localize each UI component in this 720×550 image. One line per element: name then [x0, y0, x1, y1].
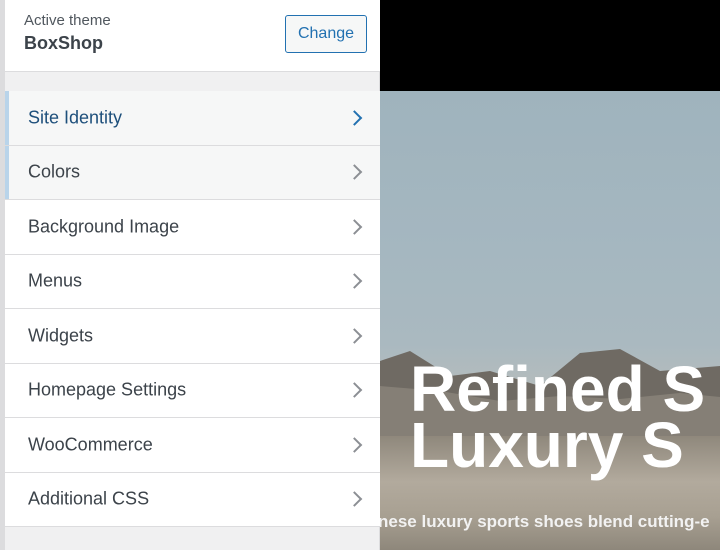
active-theme-section: Active theme BoxShop Change [5, 0, 380, 72]
menu-item-menus[interactable]: Menus [5, 254, 380, 309]
hero-banner: Refined S Luxury S nese luxury sports sh… [380, 91, 720, 550]
chevron-right-icon [346, 327, 363, 344]
menu-item-label: Additional CSS [28, 488, 150, 509]
menu-item-additional-css[interactable]: Additional CSS [5, 472, 380, 527]
theme-name: BoxShop [24, 33, 103, 53]
hero-title: Refined S Luxury S [410, 357, 705, 481]
menu-item-label: Menus [28, 270, 83, 291]
customizer-menu: Site Identity Colors Background Image Me… [5, 91, 380, 527]
menu-item-woocommerce[interactable]: WooCommerce [5, 418, 380, 473]
chevron-right-icon [346, 382, 363, 399]
hero-title-line: Luxury S [410, 409, 684, 481]
preview-header-bar [380, 0, 720, 91]
chevron-right-icon [346, 491, 363, 508]
menu-item-label: Background Image [28, 216, 180, 237]
menu-item-site-identity[interactable]: Site Identity [5, 91, 380, 146]
change-theme-button[interactable]: Change [285, 15, 367, 53]
menu-item-label: Homepage Settings [28, 379, 187, 400]
menu-item-label: WooCommerce [28, 434, 153, 455]
chevron-right-icon [346, 109, 363, 126]
menu-item-homepage-settings[interactable]: Homepage Settings [5, 363, 380, 418]
chevron-right-icon [346, 218, 363, 235]
site-preview[interactable]: Refined S Luxury S nese luxury sports sh… [380, 0, 720, 550]
chevron-right-icon [346, 273, 363, 290]
hero-description: nese luxury sports shoes blend cutting-e [380, 512, 710, 531]
menu-item-label: Colors [28, 161, 81, 182]
menu-item-background-image[interactable]: Background Image [5, 200, 380, 255]
active-theme-label: Active theme [24, 12, 111, 29]
menu-item-label: Widgets [28, 325, 94, 346]
menu-item-label: Site Identity [28, 107, 123, 128]
menu-item-widgets[interactable]: Widgets [5, 309, 380, 364]
customizer-panel: Active theme BoxShop Change Site Identit… [5, 0, 380, 550]
chevron-right-icon [346, 164, 363, 181]
chevron-right-icon [346, 436, 363, 453]
menu-item-colors[interactable]: Colors [5, 145, 380, 200]
